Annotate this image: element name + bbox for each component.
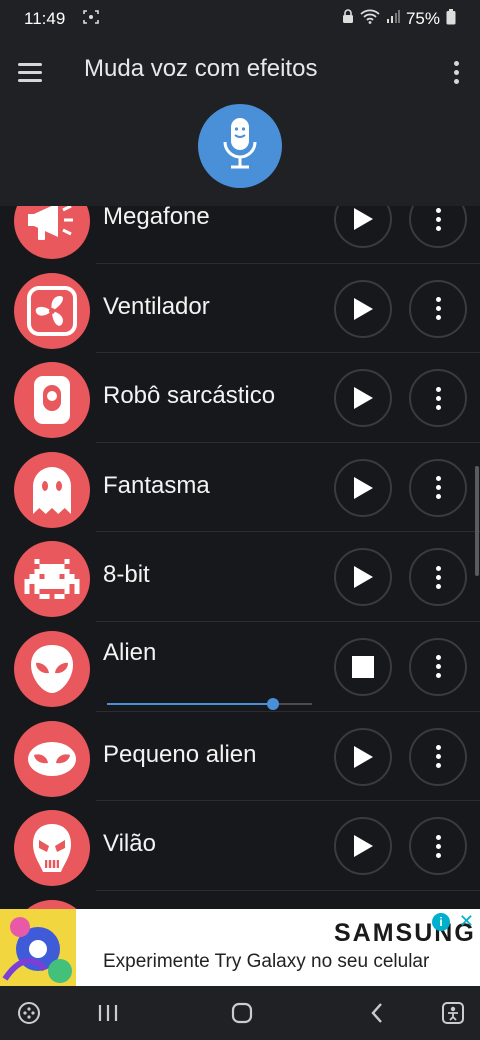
fan-icon (14, 272, 90, 349)
robot-icon (14, 362, 90, 439)
list-item[interactable]: Ventilador (0, 264, 480, 354)
hamburger-menu-icon[interactable] (18, 56, 50, 88)
play-button[interactable] (334, 369, 392, 428)
list-item[interactable]: Robô sarcástico (0, 353, 480, 443)
home-icon[interactable] (227, 998, 257, 1028)
accessibility-icon[interactable] (438, 998, 468, 1028)
ad-banner[interactable]: SAMSUNG Experimente Try Galaxy no seu ce… (0, 909, 480, 986)
play-icon (354, 297, 373, 320)
more-vert-icon[interactable] (448, 56, 464, 88)
list-item[interactable]: 8-bit (0, 532, 480, 622)
battery-percent: 75% (405, 9, 440, 28)
effect-label: Alien (103, 638, 157, 666)
stop-button[interactable] (334, 637, 392, 696)
effect-label: Robô sarcástico (103, 382, 276, 410)
record-button[interactable] (198, 104, 282, 188)
play-icon (354, 387, 373, 410)
options-button[interactable] (409, 548, 467, 607)
options-button[interactable] (409, 369, 467, 428)
list-item[interactable]: Pequeno alien (0, 712, 480, 802)
effect-label: 8-bit (103, 561, 150, 589)
play-icon (354, 835, 373, 858)
more-vert-icon (435, 297, 441, 321)
villain-mask-icon (14, 810, 90, 887)
effect-label: Megafone (103, 206, 210, 230)
play-button[interactable] (334, 206, 392, 248)
more-vert-icon (435, 476, 441, 500)
play-button[interactable] (334, 548, 392, 607)
small-alien-icon (14, 720, 90, 797)
list-item[interactable]: Megafone (0, 206, 480, 264)
ad-image (0, 909, 76, 986)
microphone-icon (220, 116, 260, 177)
system-nav-bar (0, 986, 480, 1040)
ad-brand: SAMSUNG (334, 919, 476, 947)
ad-info-icon[interactable]: i (432, 913, 450, 931)
more-vert-icon (435, 386, 441, 410)
options-button[interactable] (409, 206, 467, 248)
effect-label: Pequeno alien (103, 740, 257, 768)
more-vert-icon (435, 207, 441, 231)
list-item[interactable] (0, 891, 480, 909)
effect-label: Ventilador (103, 292, 210, 320)
slider-fill (107, 702, 274, 705)
slider-thumb[interactable] (267, 697, 280, 710)
space-invader-icon (14, 541, 90, 618)
more-vert-icon (435, 565, 441, 589)
gamepad-icon[interactable] (14, 998, 44, 1028)
screenshot-icon (83, 9, 100, 29)
effect-avatar (14, 899, 90, 909)
ghost-icon (14, 451, 90, 528)
recent-apps-icon[interactable] (93, 998, 123, 1028)
effect-label: Vilão (103, 830, 156, 858)
list-item[interactable]: Alien (0, 622, 480, 712)
play-button[interactable] (334, 458, 392, 517)
options-button[interactable] (409, 279, 467, 338)
more-vert-icon (435, 655, 441, 679)
options-button[interactable] (409, 817, 467, 876)
scrollbar[interactable] (475, 466, 479, 576)
signal-icon (386, 9, 400, 29)
ad-close-icon[interactable]: ✕ (459, 911, 474, 932)
play-button[interactable] (334, 727, 392, 786)
options-button[interactable] (409, 727, 467, 786)
megaphone-icon (14, 206, 90, 259)
page-title: Muda voz com efeitos (84, 55, 318, 82)
ad-tagline: Experimente Try Galaxy no seu celular (103, 951, 430, 972)
list-item[interactable]: Fantasma (0, 443, 480, 533)
play-icon (354, 745, 373, 768)
wifi-icon (360, 9, 380, 29)
app-bar: Muda voz com efeitos (0, 38, 480, 206)
effect-list[interactable]: Megafone Ventilador Robô sarcástico Fant… (0, 206, 480, 909)
effect-label: Fantasma (103, 471, 210, 499)
more-vert-icon (435, 745, 441, 769)
battery-icon (446, 8, 456, 30)
play-button[interactable] (334, 817, 392, 876)
more-vert-icon (435, 834, 441, 858)
status-bar: 11:49 75% (0, 0, 480, 38)
play-icon (354, 476, 373, 499)
play-button[interactable] (334, 279, 392, 338)
lock-notification-icon (342, 9, 354, 29)
back-icon[interactable] (362, 998, 392, 1028)
play-icon (354, 566, 373, 589)
list-item[interactable]: Vilão (0, 801, 480, 891)
play-icon (354, 208, 373, 230)
alien-icon (14, 630, 90, 707)
status-time: 11:49 (24, 9, 66, 28)
options-button[interactable] (409, 637, 467, 696)
stop-icon (352, 655, 374, 678)
options-button[interactable] (409, 458, 467, 517)
